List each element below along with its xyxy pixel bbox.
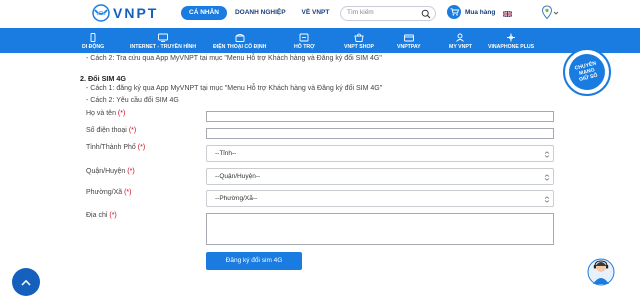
- nav-vnptpay[interactable]: VNPTPAY: [397, 28, 421, 53]
- submit-button[interactable]: Đăng ký đổi sim 4G: [206, 252, 302, 270]
- brand-name: VNPT: [113, 5, 159, 21]
- cart-icon: [447, 5, 461, 19]
- plus-icon: [507, 33, 516, 42]
- internet-tv-icon: [158, 33, 168, 42]
- mobile-icon: [90, 33, 96, 42]
- nav-internet-tv[interactable]: INTERNET - TRUYỀN HÌNH: [130, 28, 196, 53]
- support-agent-icon[interactable]: [586, 252, 616, 288]
- landline-phone-icon: [235, 34, 245, 42]
- phone-label: Số điện thoại (*): [86, 127, 137, 134]
- nav-support[interactable]: HỖ TRỢ: [294, 28, 315, 53]
- address-label: Địa chỉ (*): [86, 212, 117, 219]
- pay-icon: [403, 34, 414, 42]
- ward-select-value: --Phường/Xã--: [215, 195, 258, 202]
- uk-flag-icon[interactable]: [503, 11, 512, 17]
- ward-label: Phường/Xã (*): [86, 189, 132, 196]
- top-header: VNPT CÁ NHÂN DOANH NGHIỆP VỀ VNPT Tìm ki…: [0, 0, 640, 28]
- phone-field[interactable]: [206, 128, 554, 139]
- promo-badge-inner: CHUYỂN MẠNG GIỮ SỐ: [565, 50, 609, 94]
- chevron-updown-icon: [544, 151, 550, 158]
- search-input[interactable]: Tìm kiếm: [340, 6, 436, 21]
- main-nav: DI ĐỘNG INTERNET - TRUYỀN HÌNH ĐIỆN THOẠ…: [0, 28, 640, 53]
- location-icon[interactable]: [541, 5, 559, 21]
- tab-personal[interactable]: CÁ NHÂN: [181, 6, 227, 20]
- nav-landline[interactable]: ĐIỆN THOẠI CỐ ĐỊNH: [213, 28, 266, 53]
- section-title: 2. Đổi SIM 4G: [80, 74, 126, 83]
- account-icon: [456, 33, 465, 42]
- district-select[interactable]: --Quận/Huyện--: [206, 168, 554, 185]
- province-select-value: --Tỉnh--: [215, 150, 237, 157]
- instruction-way-1: - Cách 1: đăng ký qua App MyVNPT tại mục…: [86, 85, 383, 92]
- vnpt-logo-icon: [92, 4, 110, 22]
- cart-label: Mua hàng: [465, 8, 496, 16]
- chevron-updown-icon: [544, 174, 550, 181]
- nav-vinaphone-plus[interactable]: VINAPHONE PLUS: [488, 28, 534, 53]
- chevron-updown-icon: [544, 196, 550, 203]
- search-icon[interactable]: [421, 9, 431, 19]
- instruction-way-2: - Cách 2: Yêu cầu đổi SIM 4G: [86, 97, 179, 104]
- chevron-up-icon: [21, 279, 31, 286]
- tab-about-vnpt[interactable]: VỀ VNPT: [294, 6, 338, 20]
- province-label: Tỉnh/Thành Phố (*): [86, 144, 146, 151]
- district-label: Quận/Huyện (*): [86, 168, 135, 175]
- name-label: Họ và tên (*): [86, 110, 126, 117]
- nav-mobile[interactable]: DI ĐỘNG: [82, 28, 104, 53]
- name-field[interactable]: [206, 111, 554, 122]
- nav-my-vnpt[interactable]: MY VNPT: [449, 28, 472, 53]
- support-icon: [299, 33, 309, 42]
- nav-vnpt-shop[interactable]: VNPT SHOP: [344, 28, 374, 53]
- district-select-value: --Quận/Huyện--: [215, 173, 261, 180]
- ward-select[interactable]: --Phường/Xã--: [206, 190, 554, 207]
- cart-button[interactable]: Mua hàng: [447, 5, 495, 19]
- address-textarea[interactable]: [206, 213, 554, 245]
- province-select[interactable]: --Tỉnh--: [206, 145, 554, 162]
- search-placeholder: Tìm kiếm: [347, 9, 374, 16]
- vnpt-logo[interactable]: VNPT: [92, 4, 158, 22]
- promo-badge[interactable]: CHUYỂN MẠNG GIỮ SỐ: [563, 48, 611, 96]
- shop-icon: [354, 33, 364, 42]
- segment-nav: CÁ NHÂN DOANH NGHIỆP VỀ VNPT: [181, 6, 337, 20]
- tab-business[interactable]: DOANH NGHIỆP: [227, 6, 294, 20]
- instruction-line-top: - Cách 2: Tra cứu qua App MyVNPT tại mục…: [86, 55, 382, 62]
- scroll-top-button[interactable]: [12, 268, 40, 296]
